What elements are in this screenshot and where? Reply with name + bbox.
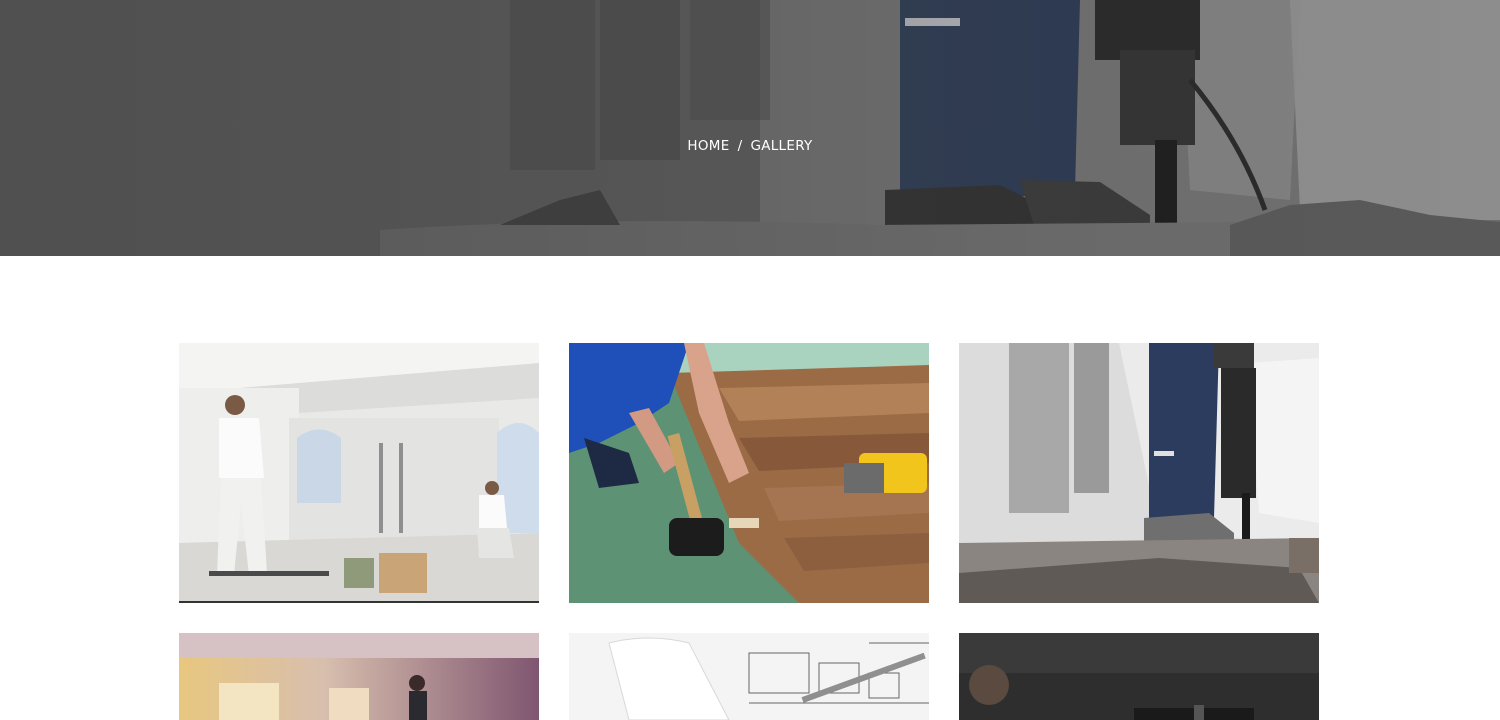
gallery-item-demolition[interactable] [959, 343, 1319, 603]
breadcrumb-home-link[interactable]: HOME [687, 138, 729, 154]
gallery-item-drywall[interactable] [179, 633, 539, 720]
jackhammer-demolition-photo [959, 343, 1319, 603]
breadcrumb-separator: / [737, 138, 743, 154]
drywall-sunlit-room-photo [179, 633, 539, 720]
hero-dark-overlay [0, 0, 1500, 256]
architectural-blueprints-photo [569, 633, 929, 720]
gallery-item-blueprints[interactable] [569, 633, 929, 720]
gallery-item-painters[interactable] [179, 343, 539, 603]
gallery-item-flooring[interactable] [569, 343, 929, 603]
painters-interior-photo [179, 343, 539, 603]
page-hero-banner: HOME / GALLERY [0, 0, 1500, 256]
laminate-flooring-photo [569, 343, 929, 603]
breadcrumb: HOME / GALLERY [0, 138, 1500, 154]
gallery-item-worker-dark[interactable] [959, 633, 1319, 720]
breadcrumb-current-page: GALLERY [750, 138, 813, 154]
worker-dark-room-photo [959, 633, 1319, 720]
